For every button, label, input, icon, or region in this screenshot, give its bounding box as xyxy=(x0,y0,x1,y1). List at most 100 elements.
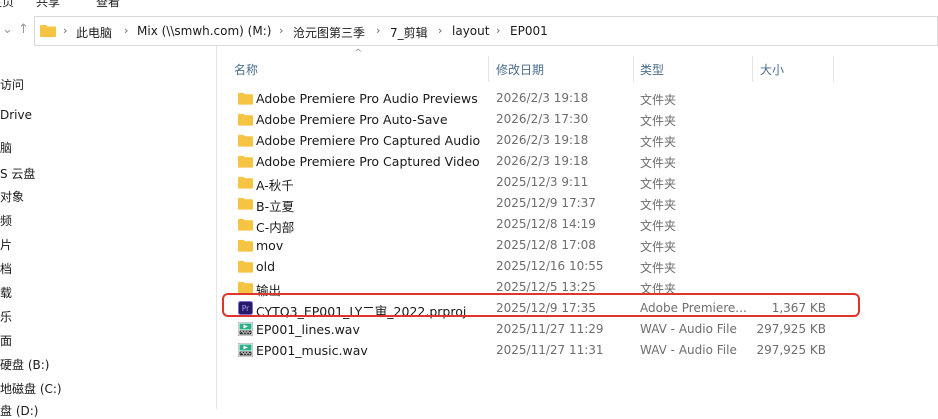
file-name: Adobe Premiere Pro Auto-Save xyxy=(256,112,448,127)
folder-icon xyxy=(238,113,253,126)
file-name: Adobe Premiere Pro Captured Audio xyxy=(256,133,481,148)
folder-icon xyxy=(238,239,253,252)
nav-documents[interactable]: 档 xyxy=(0,260,12,277)
ribbon-tab-home[interactable]: 主页 xyxy=(0,0,14,10)
file-modified-date: 2025/12/9 17:37 xyxy=(496,196,596,210)
breadcrumb-chevron-icon[interactable]: › xyxy=(438,24,442,37)
breadcrumb-ep001[interactable]: EP001 xyxy=(510,24,548,38)
file-modified-date: 2025/12/5 13:25 xyxy=(496,280,596,294)
column-header-modified[interactable]: 修改日期 xyxy=(496,61,544,78)
ribbon-tab-view[interactable]: 查看 xyxy=(96,0,120,10)
file-type: 文件夹 xyxy=(640,156,677,170)
column-header-name[interactable]: 名称 xyxy=(234,61,258,78)
breadcrumb-this-pc[interactable]: 此电脑 xyxy=(76,24,112,41)
file-type: 文件夹 xyxy=(640,93,677,107)
nav-drive-b[interactable]: 硬盘 (B:) xyxy=(0,356,49,373)
file-modified-date: 2025/11/27 11:29 xyxy=(496,322,604,336)
breadcrumb-chevron-icon[interactable]: › xyxy=(376,24,380,37)
folder-icon xyxy=(238,155,253,168)
file-modified-date: 2026/2/3 17:30 xyxy=(496,112,589,126)
file-name: A-秋千 xyxy=(256,178,294,193)
breadcrumb-chevron-icon[interactable]: › xyxy=(124,24,128,37)
folder-icon xyxy=(238,260,253,273)
file-type: WAV - Audio File xyxy=(640,322,737,336)
file-name: B-立夏 xyxy=(256,199,295,214)
column-header-type[interactable]: 类型 xyxy=(640,61,664,78)
selection-highlight xyxy=(222,293,860,317)
file-modified-date: 2025/12/8 14:19 xyxy=(496,217,596,231)
nav-videos[interactable]: 频 xyxy=(0,212,12,229)
address-bar[interactable]: › 此电脑 › Mix (\\smwh.com) (M:) › 沧元图第三季 ›… xyxy=(34,16,938,46)
file-type: 文件夹 xyxy=(640,198,677,212)
nav-desktop[interactable]: 面 xyxy=(0,332,12,349)
nav-onedrive[interactable]: Drive xyxy=(0,108,32,122)
folder-row[interactable]: Adobe Premiere Pro Captured Audio 2026/2/… xyxy=(228,130,868,151)
file-type: WAV - Audio File xyxy=(640,343,737,357)
file-modified-date: 2025/12/3 9:11 xyxy=(496,175,589,189)
folder-row[interactable]: Adobe Premiere Pro Auto-Save 2026/2/3 17:… xyxy=(228,109,868,130)
folder-row[interactable]: mov 2025/12/8 17:08 文件夹 xyxy=(228,235,868,256)
folder-row[interactable]: C-内部 2025/12/8 14:19 文件夹 xyxy=(228,214,868,235)
file-type: 文件夹 xyxy=(640,177,677,191)
file-name: old xyxy=(256,259,276,274)
file-modified-date: 2025/12/16 10:55 xyxy=(496,259,604,273)
column-divider[interactable] xyxy=(488,56,489,82)
nav-drive-c[interactable]: 地磁盘 (C:) xyxy=(0,380,62,397)
file-type: 文件夹 xyxy=(640,114,677,128)
nav-pictures[interactable]: 片 xyxy=(0,236,12,253)
folder-icon xyxy=(238,197,253,210)
nav-downloads[interactable]: 载 xyxy=(0,284,12,301)
recent-locations-chevron-icon[interactable]: ⌄ xyxy=(2,22,13,37)
column-divider[interactable] xyxy=(752,56,753,82)
file-type: 文件夹 xyxy=(640,219,677,233)
folder-row[interactable]: old 2025/12/16 10:55 文件夹 xyxy=(228,256,868,277)
breadcrumb-chevron-icon[interactable]: › xyxy=(279,24,283,37)
folder-row[interactable]: B-立夏 2025/12/9 17:37 文件夹 xyxy=(228,193,868,214)
nav-quick-access[interactable]: 访问 xyxy=(0,76,24,93)
file-size: 297,925 KB xyxy=(756,343,826,357)
folder-icon xyxy=(238,92,253,105)
breadcrumb-season[interactable]: 沧元图第三季 xyxy=(293,24,365,41)
folder-icon xyxy=(238,134,253,147)
wav-audio-icon xyxy=(238,322,253,336)
nav-this-pc[interactable]: 脑 xyxy=(0,139,12,156)
pane-divider[interactable] xyxy=(216,46,217,409)
file-modified-date: 2026/2/3 19:18 xyxy=(496,154,589,168)
folder-icon xyxy=(238,176,253,189)
nav-3d-objects[interactable]: 对象 xyxy=(0,188,24,205)
file-name: mov xyxy=(256,238,284,253)
file-name: C-内部 xyxy=(256,220,295,235)
sort-ascending-icon: ^ xyxy=(354,48,363,59)
folder-icon xyxy=(238,281,253,294)
breadcrumb-layout[interactable]: layout xyxy=(452,24,489,38)
navigation-pane: 访问 Drive 脑 S 云盘 对象 频 片 档 载 乐 面 硬盘 (B:) 地… xyxy=(0,46,216,418)
nav-cloud-drive[interactable]: S 云盘 xyxy=(0,165,35,182)
breadcrumb-drive[interactable]: Mix (\\smwh.com) (M:) xyxy=(137,24,271,38)
breadcrumb-chevron-icon[interactable]: › xyxy=(496,24,500,37)
nav-music[interactable]: 乐 xyxy=(0,308,12,325)
file-modified-date: 2026/2/3 19:18 xyxy=(496,133,589,147)
file-row[interactable]: EP001_lines.wav 2025/11/27 11:29 WAV - Aud… xyxy=(228,319,868,340)
file-row[interactable]: EP001_music.wav 2025/11/27 11:31 WAV - Aud… xyxy=(228,340,868,361)
file-modified-date: 2025/12/8 17:08 xyxy=(496,238,596,252)
file-type: 文件夹 xyxy=(640,261,677,275)
file-name: EP001_music.wav xyxy=(256,343,368,358)
breadcrumb-chevron-icon[interactable]: › xyxy=(63,24,67,37)
wav-audio-icon xyxy=(238,343,253,357)
folder-row[interactable]: A-秋千 2025/12/3 9:11 文件夹 xyxy=(228,172,868,193)
ribbon: 主页 共享 查看 xyxy=(0,0,938,12)
file-type: 文件夹 xyxy=(640,135,677,149)
column-header-size[interactable]: 大小 xyxy=(760,61,784,78)
folder-icon xyxy=(40,25,56,37)
file-name: Adobe Premiere Pro Captured Video xyxy=(256,154,480,169)
folder-row[interactable]: Adobe Premiere Pro Audio Previews 2026/2/… xyxy=(228,88,868,109)
column-divider[interactable] xyxy=(633,56,634,82)
ribbon-tab-share[interactable]: 共享 xyxy=(36,0,60,10)
file-modified-date: 2026/2/3 19:18 xyxy=(496,91,589,105)
folder-row[interactable]: Adobe Premiere Pro Captured Video 2026/2/… xyxy=(228,151,868,172)
nav-drive-d[interactable]: 盘 (D:) xyxy=(0,402,38,419)
file-modified-date: 2025/11/27 11:31 xyxy=(496,343,604,357)
breadcrumb-edit[interactable]: 7_剪辑 xyxy=(390,24,428,41)
column-divider[interactable] xyxy=(833,56,834,82)
up-arrow-icon[interactable]: ↑ xyxy=(18,22,29,37)
